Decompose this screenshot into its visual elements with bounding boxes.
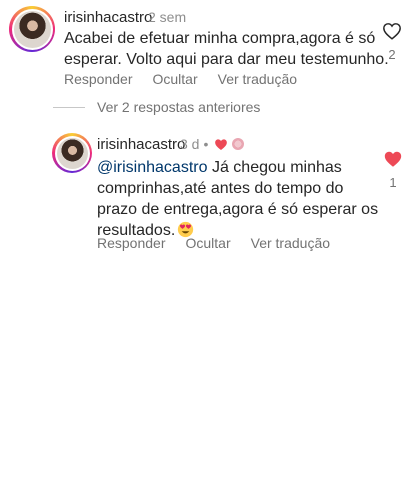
reply-text: @irisinhacastro Já chegou minhas comprin… (97, 157, 378, 241)
like-button[interactable]: 2 (381, 22, 403, 62)
reply-text-line: @irisinhacastro Já chegou minhas (97, 157, 378, 178)
comment-text-line: Acabei de efetuar minha compra,agora é s… (64, 30, 376, 47)
comment-text-line: esperar. Volto aqui para dar meu testemu… (64, 51, 389, 68)
creator-avatar-mini (232, 138, 245, 150)
avatar[interactable] (9, 6, 55, 52)
translate-button[interactable]: Ver tradução (218, 71, 297, 87)
comment-actions: Responder Ocultar Ver tradução (64, 71, 297, 87)
reply-actions: Responder Ocultar Ver tradução (97, 235, 330, 251)
like-button[interactable]: 1 (382, 150, 404, 190)
reply-button[interactable]: Responder (97, 235, 166, 251)
avatar-ring-inner (54, 135, 90, 171)
avatar-photo (56, 137, 88, 169)
comment-username[interactable]: irisinhacastro (64, 9, 152, 26)
heart-filled-icon (384, 151, 402, 167)
avatar-ring-inner (11, 8, 53, 50)
divider-line (53, 106, 85, 108)
hide-button[interactable]: Ocultar (186, 235, 231, 251)
creator-liked-heart-icon (215, 138, 228, 150)
reply-username[interactable]: irisinhacastro (97, 136, 185, 153)
like-count: 1 (389, 175, 397, 190)
hide-button[interactable]: Ocultar (153, 71, 198, 87)
avatar[interactable] (52, 133, 92, 173)
avatar-photo (13, 10, 51, 48)
reply-text-part: Já chegou minhas (207, 159, 342, 176)
comment-time: 2 sem (148, 9, 187, 25)
reply-button[interactable]: Responder (64, 71, 133, 87)
reply-time: 3 d • (180, 136, 245, 152)
like-count: 2 (388, 47, 396, 62)
translate-button[interactable]: Ver tradução (251, 235, 330, 251)
heart-outline-icon (383, 23, 401, 40)
reply-text-line: prazo de entrega,agora é só esperar os (97, 201, 379, 218)
mention-link[interactable]: @irisinhacastro (97, 159, 208, 176)
reply-time-text: 3 d (180, 136, 200, 152)
view-previous-label: Ver 2 respostas anteriores (97, 99, 261, 115)
separator-dot: • (203, 136, 209, 152)
reply-text-line: comprinhas,até antes do tempo do (97, 180, 344, 197)
view-previous-replies[interactable]: Ver 2 respostas anteriores (53, 99, 260, 115)
comment-text: Acabei de efetuar minha compra,agora é s… (64, 28, 389, 70)
